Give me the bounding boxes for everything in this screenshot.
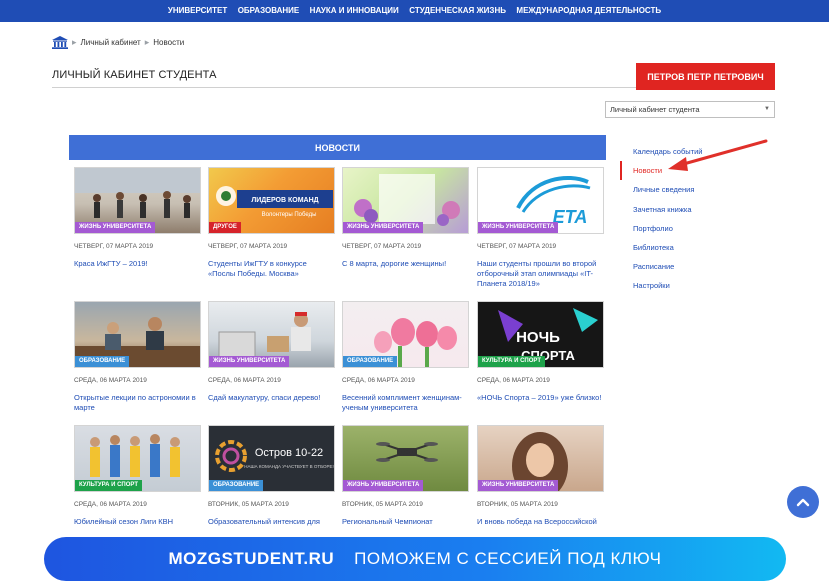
page-title: ЛИЧНЫЙ КАБИНЕТ СТУДЕНТА	[52, 69, 217, 81]
poster-leaders-text: ЛИДЕРОВ КОМАНД	[251, 197, 318, 204]
news-card[interactable]: НОЧЬ СПОРТА КУЛЬТУРА И СПОРТ СРЕДА, 06 М…	[477, 301, 604, 403]
news-thumbnail[interactable]: ЖИЗНЬ УНИВЕРСИТЕТА	[342, 425, 469, 492]
breadcrumb-news: Новости	[153, 37, 185, 47]
news-card[interactable]: ЖИЗНЬ УНИВЕРСИТЕТА СРЕДА, 06 МАРТА 2019 …	[208, 301, 335, 403]
news-title-link[interactable]: С 8 марта, дорогие женщины!	[342, 259, 469, 269]
category-tag[interactable]: КУЛЬТУРА И СПОРТ	[75, 480, 142, 491]
nav-item-education[interactable]: ОБРАЗОВАНИЕ	[235, 0, 303, 22]
news-date: ЧЕТВЕРГ, 07 МАРТА 2019	[74, 243, 154, 250]
news-thumbnail[interactable]: ЖИЗНЬ УНИВЕРСИТЕТА	[208, 301, 335, 368]
promo-banner[interactable]: MOZGSTUDENT.RU ПОМОЖЕМ С СЕССИЕЙ ПОД КЛЮ…	[44, 537, 786, 581]
user-profile-button[interactable]: ПЕТРОВ ПЕТР ПЕТРОВИЧ	[636, 63, 775, 90]
news-date: СРЕДА, 06 МАРТА 2019	[342, 377, 415, 384]
university-building-icon[interactable]	[52, 35, 68, 49]
cabinet-select-value: Личный кабинет студента	[610, 105, 700, 114]
news-title-link[interactable]: Открытые лекции по астрономии в марте	[74, 393, 201, 413]
news-date: ЧЕТВЕРГ, 07 МАРТА 2019	[208, 243, 288, 250]
promo-brand: MOZGSTUDENT.RU	[168, 549, 335, 568]
news-card[interactable]: ЖИЗНЬ УНИВЕРСИТЕТА ВТОРНИК, 05 МАРТА 201…	[342, 425, 469, 527]
promo-slogan: ПОМОЖЕМ С СЕССИЕЙ ПОД КЛЮЧ	[354, 549, 662, 568]
category-tag[interactable]: ЖИЗНЬ УНИВЕРСИТЕТА	[343, 480, 424, 491]
chevron-right-icon: ▸	[144, 36, 150, 47]
news-thumbnail[interactable]: ETA ЖИЗНЬ УНИВЕРСИТЕТА	[477, 167, 604, 234]
news-title-link[interactable]: Региональный Чемпионат	[342, 517, 469, 527]
news-title-link[interactable]: И вновь победа на Всероссийской	[477, 517, 604, 527]
side-menu-item-portfolio[interactable]: Портфолио	[620, 219, 740, 238]
news-card[interactable]: ETA ЖИЗНЬ УНИВЕРСИТЕТА ЧЕТВЕРГ, 07 МАРТА…	[477, 167, 604, 289]
news-title-link[interactable]: Сдай макулатуру, спаси дерево!	[208, 393, 335, 403]
news-card[interactable]: Остров 10-22 НАША КОМАНДА УЧАСТВУЕТ В ОТ…	[208, 425, 335, 527]
news-date: СРЕДА, 06 МАРТА 2019	[208, 377, 281, 384]
news-card[interactable]: ОБРАЗОВАНИЕ СРЕДА, 06 МАРТА 2019 Открыты…	[74, 301, 201, 413]
category-tag[interactable]: ОБРАЗОВАНИЕ	[343, 356, 398, 367]
news-title-link[interactable]: Образовательный интенсив для	[208, 517, 335, 527]
side-menu-item-settings[interactable]: Настройки	[620, 276, 740, 295]
news-thumbnail[interactable]: ЖИЗНЬ УНИВЕРСИТЕТА	[342, 167, 469, 234]
cabinet-select[interactable]: Личный кабинет студента ▼	[605, 101, 775, 118]
news-date: СРЕДА, 06 МАРТА 2019	[477, 377, 550, 384]
news-title-link[interactable]: Наши студенты прошли во второй отборочны…	[477, 259, 604, 289]
category-tag[interactable]: ЖИЗНЬ УНИВЕРСИТЕТА	[478, 222, 559, 233]
caret-down-icon: ▼	[764, 106, 770, 112]
nav-item-international[interactable]: МЕЖДУНАРОДНАЯ ДЕЯТЕЛЬНОСТЬ	[513, 0, 664, 22]
category-tag[interactable]: ЖИЗНЬ УНИВЕРСИТЕТА	[343, 222, 424, 233]
side-menu-item-personal-info[interactable]: Личные сведения	[620, 180, 740, 199]
news-card[interactable]: ЛИДЕРОВ КОМАНД Волонтеры Победы ДРУГОЕ Ч…	[208, 167, 335, 279]
news-date: ВТОРНИК, 05 МАРТА 2019	[477, 501, 558, 508]
nav-item-university[interactable]: УНИВЕРСИТЕТ	[165, 0, 230, 22]
category-tag[interactable]: ОБРАЗОВАНИЕ	[209, 480, 264, 491]
news-thumbnail[interactable]: ЖИЗНЬ УНИВЕРСИТЕТА	[477, 425, 604, 492]
news-card[interactable]: КУЛЬТУРА И СПОРТ СРЕДА, 06 МАРТА 2019 Юб…	[74, 425, 201, 527]
news-card[interactable]: ЖИЗНЬ УНИВЕРСИТЕТА ВТОРНИК, 05 МАРТА 201…	[477, 425, 604, 527]
news-card[interactable]: ЖИЗНЬ УНИВЕРСИТЕТА ЧЕТВЕРГ, 07 МАРТА 201…	[342, 167, 469, 269]
news-date: ВТОРНИК, 05 МАРТА 2019	[342, 501, 423, 508]
news-title-link[interactable]: «НОЧЬ Спорта – 2019» уже близко!	[477, 393, 604, 403]
poster-island-text: Остров 10-22	[255, 447, 323, 459]
news-date: ЧЕТВЕРГ, 07 МАРТА 2019	[342, 243, 422, 250]
poster-volunteers-text: Волонтеры Победы	[262, 212, 317, 218]
scroll-to-top-button[interactable]	[787, 486, 819, 518]
news-thumbnail[interactable]: ЛИДЕРОВ КОМАНД Волонтеры Победы ДРУГОЕ	[208, 167, 335, 234]
news-section-header: НОВОСТИ	[69, 135, 606, 160]
news-thumbnail[interactable]: ОБРАЗОВАНИЕ	[74, 301, 201, 368]
news-thumbnail[interactable]: Остров 10-22 НАША КОМАНДА УЧАСТВУЕТ В ОТ…	[208, 425, 335, 492]
top-navigation: УНИВЕРСИТЕТ ОБРАЗОВАНИЕ НАУКА И ИННОВАЦИ…	[0, 0, 829, 22]
news-title-link[interactable]: Студенты ИжГТУ в конкурсе «Послы Победы.…	[208, 259, 335, 279]
side-menu-item-gradebook[interactable]: Зачетная книжка	[620, 200, 740, 219]
category-tag[interactable]: ЖИЗНЬ УНИВЕРСИТЕТА	[209, 356, 290, 367]
chevron-right-icon: ▸	[72, 36, 77, 47]
category-tag[interactable]: КУЛЬТУРА И СПОРТ	[478, 356, 545, 367]
news-thumbnail[interactable]: ОБРАЗОВАНИЕ	[342, 301, 469, 368]
breadcrumb-cabinet[interactable]: Личный кабинет	[81, 38, 141, 47]
nav-item-student-life[interactable]: СТУДЕНЧЕСКАЯ ЖИЗНЬ	[406, 0, 509, 22]
category-tag[interactable]: ЖИЗНЬ УНИВЕРСИТЕТА	[478, 480, 559, 491]
side-menu-item-library[interactable]: Библиотека	[620, 238, 740, 257]
news-title-link[interactable]: Весенний комплимент женщинам-ученым унив…	[342, 393, 469, 413]
category-tag[interactable]: ЖИЗНЬ УНИВЕРСИТЕТА	[75, 222, 156, 233]
news-thumbnail[interactable]: КУЛЬТУРА И СПОРТ	[74, 425, 201, 492]
news-date: ВТОРНИК, 05 МАРТА 2019	[208, 501, 289, 508]
news-date: СРЕДА, 06 МАРТА 2019	[74, 501, 147, 508]
news-thumbnail[interactable]: ЖИЗНЬ УНИВЕРСИТЕТА	[74, 167, 201, 234]
nav-item-science[interactable]: НАУКА И ИННОВАЦИИ	[307, 0, 402, 22]
category-tag[interactable]: ОБРАЗОВАНИЕ	[75, 356, 130, 367]
news-thumbnail[interactable]: НОЧЬ СПОРТА КУЛЬТУРА И СПОРТ	[477, 301, 604, 368]
news-title-link[interactable]: Краса ИжГТУ – 2019!	[74, 259, 201, 269]
chevron-up-icon	[796, 498, 810, 507]
annotation-arrow-icon	[668, 139, 768, 171]
breadcrumb: ▸ Личный кабинет ▸ Новости	[52, 34, 184, 50]
news-title-link[interactable]: Юбилейный сезон Лиги КВН	[74, 517, 201, 527]
news-date: СРЕДА, 06 МАРТА 2019	[74, 377, 147, 384]
poster-island-subtext: НАША КОМАНДА УЧАСТВУЕТ В ОТБОРЕ!	[244, 464, 333, 469]
news-card[interactable]: ЖИЗНЬ УНИВЕРСИТЕТА ЧЕТВЕРГ, 07 МАРТА 201…	[74, 167, 201, 269]
category-tag[interactable]: ДРУГОЕ	[209, 222, 241, 233]
poster-night-text: НОЧЬ	[516, 329, 560, 346]
news-card[interactable]: ОБРАЗОВАНИЕ СРЕДА, 06 МАРТА 2019 Весенни…	[342, 301, 469, 413]
news-date: ЧЕТВЕРГ, 07 МАРТА 2019	[477, 243, 557, 250]
side-menu-item-schedule[interactable]: Расписание	[620, 257, 740, 276]
